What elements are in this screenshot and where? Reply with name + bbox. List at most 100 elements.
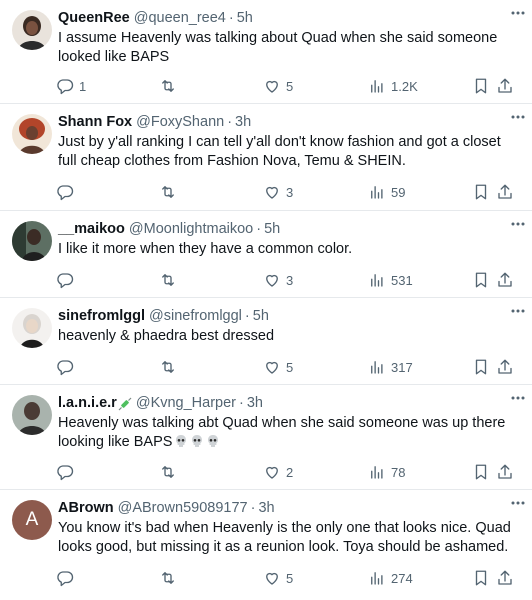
share-button[interactable] bbox=[496, 463, 514, 481]
bookmark-button[interactable] bbox=[472, 569, 490, 587]
more-icon[interactable] bbox=[508, 304, 528, 316]
like-button[interactable]: 5 bbox=[263, 569, 293, 587]
views-button[interactable]: 274 bbox=[368, 569, 413, 587]
timestamp[interactable]: 5h bbox=[253, 307, 269, 326]
avatar[interactable] bbox=[12, 10, 52, 50]
views-button[interactable]: 59 bbox=[368, 183, 405, 201]
syringe-emoji bbox=[118, 397, 132, 411]
tweet-content: Shann Fox @FoxyShann · 3h Just by y'all … bbox=[58, 113, 520, 171]
bookmark-icon bbox=[475, 78, 487, 94]
reply-button[interactable] bbox=[56, 358, 79, 376]
author-handle[interactable]: @queen_ree4 bbox=[134, 9, 226, 28]
reply-button[interactable] bbox=[56, 183, 79, 201]
share-button[interactable] bbox=[496, 569, 514, 587]
retweet-icon bbox=[162, 572, 174, 584]
bookmark-icon bbox=[475, 570, 487, 586]
share-icon bbox=[498, 272, 512, 287]
reply-count: 1 bbox=[79, 78, 87, 94]
bookmark-button[interactable] bbox=[472, 271, 490, 289]
action-bar: 3 531 bbox=[56, 270, 514, 290]
author-name[interactable]: ABrown bbox=[58, 499, 114, 518]
views-count: 78 bbox=[391, 464, 406, 480]
tweet[interactable]: __maikoo @Moonlightmaikoo · 5h I like it… bbox=[0, 211, 532, 298]
like-button[interactable]: 3 bbox=[263, 183, 293, 201]
bookmark-button[interactable] bbox=[472, 358, 490, 376]
action-bar: 2 78 bbox=[56, 462, 514, 482]
tweet-content: l.a.n.i.e.r @Kvng_Harper · 3h Heavenly w… bbox=[58, 394, 520, 452]
timestamp[interactable]: 3h bbox=[247, 394, 263, 413]
retweet-icon bbox=[162, 274, 174, 286]
bookmark-button[interactable] bbox=[472, 463, 490, 481]
reply-feed: QueenRee @queen_ree4 · 5h I assume Heave… bbox=[0, 0, 532, 600]
reply-icon bbox=[57, 79, 74, 95]
author-handle[interactable]: @sinefromlggl bbox=[149, 307, 242, 326]
like-icon bbox=[266, 466, 278, 479]
bookmark-button[interactable] bbox=[472, 183, 490, 201]
views-icon bbox=[371, 186, 383, 199]
like-icon bbox=[266, 80, 278, 93]
views-button[interactable]: 78 bbox=[368, 463, 405, 481]
avatar[interactable] bbox=[12, 395, 52, 435]
like-icon bbox=[266, 186, 278, 199]
tweet[interactable]: QueenRee @queen_ree4 · 5h I assume Heave… bbox=[0, 0, 532, 104]
share-button[interactable] bbox=[496, 271, 514, 289]
reply-button[interactable] bbox=[56, 569, 79, 587]
more-icon[interactable] bbox=[508, 110, 528, 122]
avatar[interactable] bbox=[12, 308, 52, 348]
views-button[interactable]: 531 bbox=[368, 271, 413, 289]
like-button[interactable]: 2 bbox=[263, 463, 293, 481]
views-button[interactable]: 317 bbox=[368, 358, 413, 376]
avatar[interactable] bbox=[12, 114, 52, 154]
timestamp[interactable]: 3h bbox=[235, 113, 251, 132]
share-button[interactable] bbox=[496, 358, 514, 376]
avatar[interactable] bbox=[12, 221, 52, 261]
timestamp[interactable]: 5h bbox=[264, 220, 280, 239]
author-name[interactable]: __maikoo bbox=[58, 220, 125, 239]
retweet-button[interactable] bbox=[159, 77, 182, 95]
bookmark-button[interactable] bbox=[472, 77, 490, 95]
share-button[interactable] bbox=[496, 77, 514, 95]
more-icon[interactable] bbox=[508, 217, 528, 229]
views-count: 531 bbox=[391, 272, 413, 288]
author-name[interactable]: sinefromlggl bbox=[58, 307, 145, 326]
retweet-button[interactable] bbox=[159, 358, 182, 376]
timestamp[interactable]: 3h bbox=[258, 499, 274, 518]
author-handle[interactable]: @ABrown59089177 bbox=[118, 499, 248, 518]
share-button[interactable] bbox=[496, 183, 514, 201]
author-handle[interactable]: @Moonlightmaikoo bbox=[129, 220, 253, 239]
views-count: 1.2K bbox=[391, 78, 418, 94]
more-icon[interactable] bbox=[508, 496, 528, 508]
retweet-button[interactable] bbox=[159, 271, 182, 289]
author-name[interactable]: QueenRee bbox=[58, 9, 130, 28]
tweet[interactable]: A ABrown @ABrown59089177 · 3h You know i… bbox=[0, 490, 532, 600]
separator-dot: · bbox=[227, 114, 233, 130]
reply-button[interactable] bbox=[56, 463, 79, 481]
like-button[interactable]: 5 bbox=[263, 358, 293, 376]
avatar[interactable]: A bbox=[12, 500, 52, 540]
timestamp[interactable]: 5h bbox=[237, 9, 253, 28]
retweet-button[interactable] bbox=[159, 569, 182, 587]
like-icon bbox=[266, 274, 278, 287]
reply-button[interactable]: 1 bbox=[56, 77, 86, 95]
separator-dot: · bbox=[250, 500, 256, 516]
more-icon[interactable] bbox=[508, 6, 528, 18]
tweet-header: __maikoo @Moonlightmaikoo · 5h bbox=[58, 220, 520, 239]
author-handle[interactable]: @FoxyShann bbox=[136, 113, 224, 132]
tweet[interactable]: Shann Fox @FoxyShann · 3h Just by y'all … bbox=[0, 104, 532, 211]
tweet-header: sinefromlggl @sinefromlggl · 5h bbox=[58, 307, 520, 326]
views-button[interactable]: 1.2K bbox=[368, 77, 418, 95]
like-button[interactable]: 5 bbox=[263, 77, 293, 95]
reply-icon bbox=[57, 360, 74, 376]
tweet[interactable]: l.a.n.i.e.r @Kvng_Harper · 3h Heavenly w… bbox=[0, 385, 532, 490]
views-count: 274 bbox=[391, 570, 413, 586]
author-name[interactable]: l.a.n.i.e.r bbox=[58, 394, 117, 413]
author-name[interactable]: Shann Fox bbox=[58, 113, 132, 132]
author-handle[interactable]: @Kvng_Harper bbox=[136, 394, 236, 413]
separator-dot: · bbox=[244, 308, 250, 324]
more-icon[interactable] bbox=[508, 391, 528, 403]
like-button[interactable]: 3 bbox=[263, 271, 293, 289]
reply-button[interactable] bbox=[56, 271, 79, 289]
retweet-button[interactable] bbox=[159, 463, 182, 481]
retweet-button[interactable] bbox=[159, 183, 182, 201]
tweet[interactable]: sinefromlggl @sinefromlggl · 5h heavenly… bbox=[0, 298, 532, 385]
